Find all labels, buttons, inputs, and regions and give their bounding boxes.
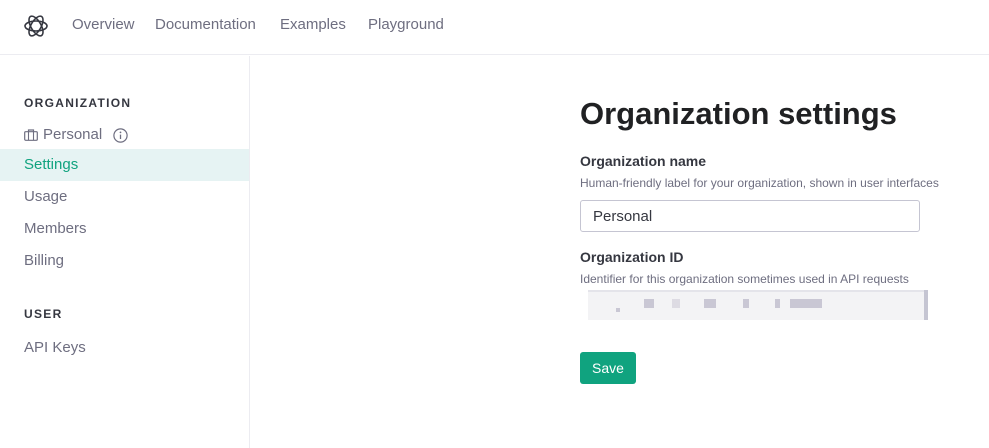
nav-playground[interactable]: Playground	[368, 16, 444, 34]
org-switcher[interactable]: Personal	[24, 126, 128, 144]
save-button[interactable]: Save	[580, 352, 636, 384]
sidebar-item-billing[interactable]: Billing	[0, 245, 249, 277]
redaction-block	[672, 299, 680, 308]
openai-logo-icon[interactable]	[23, 13, 49, 39]
sidebar-item-members[interactable]: Members	[0, 213, 249, 245]
sidebar-item-usage[interactable]: Usage	[0, 181, 249, 213]
org-id-field-top-border	[588, 290, 928, 292]
org-id-label: Organization ID	[580, 249, 684, 265]
page-title: Organization settings	[580, 96, 897, 131]
organization-section-title: ORGANIZATION	[24, 96, 132, 110]
redaction-block	[743, 299, 749, 308]
info-icon[interactable]	[113, 127, 128, 143]
org-name-help: Human-friendly label for your organizati…	[580, 176, 939, 190]
redaction-block	[644, 299, 654, 308]
org-name-input[interactable]	[580, 200, 920, 232]
nav-documentation[interactable]: Documentation	[155, 16, 256, 34]
nav-overview[interactable]: Overview	[72, 16, 135, 34]
sidebar-item-settings[interactable]: Settings	[0, 149, 249, 181]
user-section-title: USER	[24, 307, 63, 321]
org-id-help: Identifier for this organization sometim…	[580, 272, 909, 286]
briefcase-icon	[24, 129, 38, 141]
org-name: Personal	[43, 126, 103, 143]
redaction-block	[704, 299, 716, 308]
top-navigation: Overview Documentation Examples Playgrou…	[0, 0, 989, 55]
org-name-label: Organization name	[580, 153, 707, 169]
org-id-field-edge	[924, 290, 928, 320]
redaction-block	[775, 299, 780, 308]
redaction-block	[616, 308, 620, 312]
sidebar-item-api-keys[interactable]: API Keys	[0, 332, 249, 364]
org-id-field-redacted[interactable]	[588, 290, 928, 320]
nav-examples[interactable]: Examples	[280, 16, 346, 34]
redaction-block	[790, 299, 822, 308]
sidebar: ORGANIZATION Personal Settings Usage Mem…	[0, 56, 250, 448]
